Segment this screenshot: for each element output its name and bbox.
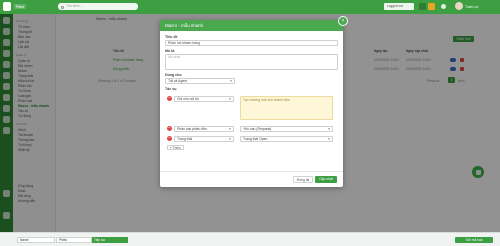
close-icon[interactable]: × xyxy=(338,16,348,26)
action-field-value: Ghi chú nội bộ xyxy=(177,96,199,101)
encrypt-button[interactable]: Gửi mã hoá xyxy=(455,237,493,243)
app-logo[interactable] xyxy=(3,2,11,11)
apply-select[interactable]: Tất cả Agent ▼ xyxy=(165,78,235,84)
bottom-bar: Name Phiếu Tiếp tục Gửi mã hoá xyxy=(0,232,500,246)
search-input[interactable]: Tìm kiếm... xyxy=(58,3,138,10)
cancel-button[interactable]: Đóng lại xyxy=(293,176,313,183)
remove-action-button[interactable]: − xyxy=(167,125,172,131)
call-icon[interactable] xyxy=(428,3,435,10)
description-input[interactable]: Mô phát xyxy=(165,54,338,70)
chevron-down-icon: ▼ xyxy=(228,136,232,141)
title-input[interactable]: Phản hồi khách hàng xyxy=(165,40,338,46)
plus-icon: + xyxy=(170,146,172,150)
modal-footer-divider xyxy=(160,171,343,172)
user-name[interactable]: Tuấn Lợi xyxy=(465,5,478,9)
title-label: Tiêu đề xyxy=(165,35,178,39)
remove-action-button[interactable]: − xyxy=(167,95,172,101)
chevron-down-icon: ▼ xyxy=(229,79,233,83)
action-value-select[interactable]: Trạng thái Open ▼ xyxy=(240,135,333,142)
apply-label: Dùng cho xyxy=(165,73,182,77)
chevron-down-icon: ▼ xyxy=(228,96,232,101)
action-field-value: Phân loại phiếu đến xyxy=(177,126,207,131)
add-action-button[interactable]: + Thêm xyxy=(167,145,184,150)
action-value-select[interactable]: Yêu cầu (Request) ▼ xyxy=(240,125,333,132)
save-button[interactable]: Cập nhật xyxy=(315,176,337,183)
name-field[interactable]: Name xyxy=(17,237,55,243)
chevron-down-icon: ▼ xyxy=(327,126,331,131)
brand-label[interactable]: Fiber xyxy=(14,4,27,9)
actions-label: Tác vụ xyxy=(165,87,177,91)
action-field-select[interactable]: Ghi chú nội bộ ▼ xyxy=(174,95,234,102)
search-icon xyxy=(61,5,64,9)
chevron-down-icon: ▼ xyxy=(327,136,331,141)
action-value: Yêu cầu (Request) xyxy=(243,126,272,131)
notification-icon[interactable] xyxy=(441,4,446,9)
action-field-select[interactable]: Phân loại phiếu đến ▼ xyxy=(174,125,234,132)
apply-value: Tất cả Agent xyxy=(168,79,188,83)
ticket-field[interactable]: Phiếu xyxy=(56,237,92,243)
action-value: Trạng thái Open xyxy=(243,136,268,141)
avatar[interactable] xyxy=(455,2,463,10)
continue-dropdown[interactable]: Tiếp tục xyxy=(92,237,128,243)
macro-modal: Macro - mẫu nhanh × Tiêu đề Phản hồi khá… xyxy=(160,16,348,187)
phone-icon[interactable] xyxy=(419,3,426,10)
action-field-value: Trạng thái xyxy=(177,136,193,141)
description-label: Mô tả xyxy=(165,49,175,53)
top-bar: Fiber Tìm kiếm... Logged out Tuấn Lợi xyxy=(0,0,500,14)
modal-title: Macro - mẫu nhanh xyxy=(160,20,343,31)
remove-action-button[interactable]: − xyxy=(167,135,172,141)
status-dropdown[interactable]: Logged out xyxy=(384,3,414,10)
add-action-label: Thêm xyxy=(172,146,181,150)
action-note-textarea[interactable]: Tạo trường mới cho thành viên xyxy=(240,95,333,120)
chevron-down-icon: ▼ xyxy=(228,126,232,131)
action-field-select[interactable]: Trạng thái ▼ xyxy=(174,135,234,142)
